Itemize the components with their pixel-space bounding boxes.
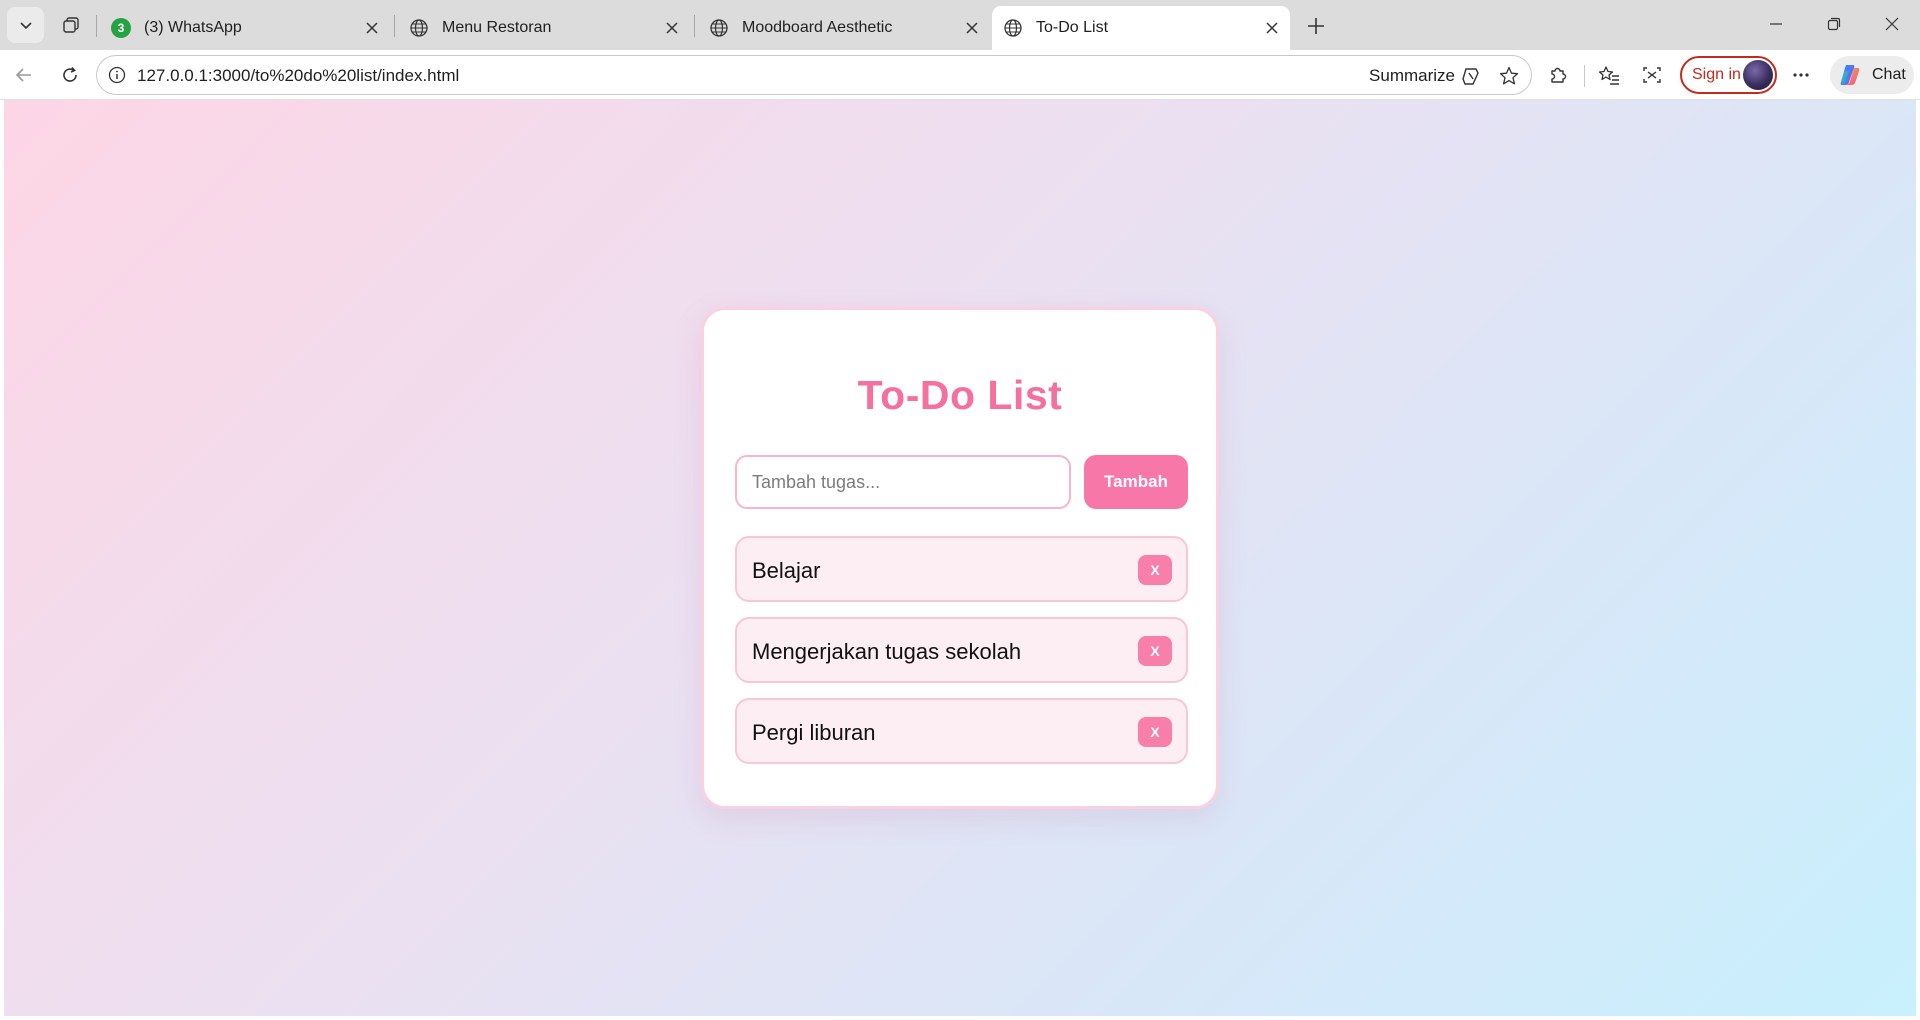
copilot-icon [1836, 61, 1864, 89]
chevron-down-icon [19, 22, 32, 30]
close-tab-button[interactable] [1260, 16, 1284, 40]
copilot-chat-button[interactable]: Chat [1830, 56, 1914, 94]
minimize-icon [1770, 23, 1782, 25]
close-icon [966, 22, 978, 34]
add-task-button[interactable]: Tambah [1084, 455, 1188, 509]
new-tab-button[interactable] [1298, 10, 1334, 42]
close-window-button[interactable] [1872, 8, 1912, 40]
screenshot-icon [1643, 67, 1661, 83]
tab-strip: 3 (3) WhatsApp Menu Restoran Moodboard A… [0, 0, 1920, 50]
favorite-star-icon[interactable] [1497, 64, 1521, 88]
tab-menu-restoran[interactable]: Menu Restoran [398, 6, 690, 50]
browser-toolbar: 127.0.0.1:3000/to%20do%20list/index.html… [0, 50, 1920, 100]
tab-separator [96, 15, 97, 37]
refresh-button[interactable] [52, 57, 88, 93]
minimize-button[interactable] [1756, 8, 1796, 40]
url-text[interactable]: 127.0.0.1:3000/to%20do%20list/index.html [137, 66, 459, 86]
notification-badge: 3 [111, 18, 131, 38]
globe-icon [708, 17, 730, 39]
task-input[interactable] [735, 455, 1071, 509]
puzzle-icon [1551, 67, 1567, 83]
close-tab-button[interactable] [360, 16, 384, 40]
whatsapp-icon: 3 [110, 17, 132, 39]
task-item: Pergi liburan X [735, 698, 1188, 764]
tab-separator [694, 15, 695, 37]
tab-moodboard-aesthetic[interactable]: Moodboard Aesthetic [698, 6, 990, 50]
close-icon [1885, 17, 1899, 31]
globe-icon [408, 17, 430, 39]
plus-icon [1308, 18, 1324, 34]
tab-separator [394, 15, 395, 37]
delete-task-button[interactable]: X [1138, 555, 1172, 585]
avatar [1743, 60, 1773, 90]
close-tab-button[interactable] [660, 16, 684, 40]
task-item: Belajar X [735, 536, 1188, 602]
screenshot-button[interactable] [1634, 57, 1670, 93]
globe-icon [1002, 17, 1024, 39]
page-title: To-Do List [857, 372, 1063, 418]
tab-todo-list[interactable]: To-Do List [992, 6, 1290, 50]
tab-title: Menu Restoran [442, 19, 552, 36]
page-viewport: To-Do List Tambah Belajar X Mengerjakan … [4, 100, 1916, 1016]
task-list: Belajar X Mengerjakan tugas sekolah X Pe… [735, 536, 1188, 779]
delete-task-button[interactable]: X [1138, 636, 1172, 666]
tab-title: To-Do List [1036, 19, 1109, 36]
ellipsis-icon [1793, 73, 1809, 77]
close-icon [666, 22, 678, 34]
todo-card: To-Do List Tambah Belajar X Mengerjakan … [701, 307, 1219, 809]
more-options-button[interactable] [1783, 57, 1819, 93]
chat-label: Chat [1872, 66, 1906, 83]
summarize-icon[interactable] [1459, 64, 1483, 88]
favorites-list-icon [1598, 66, 1619, 85]
summarize-label[interactable]: Summarize [1369, 66, 1455, 86]
close-icon [366, 22, 378, 34]
tab-title: Moodboard Aesthetic [742, 19, 893, 36]
close-tab-button[interactable] [960, 16, 984, 40]
task-text: Pergi liburan [752, 720, 876, 745]
refresh-icon [63, 66, 77, 82]
tab-title: (3) WhatsApp [144, 19, 242, 36]
task-item: Mengerjakan tugas sekolah X [735, 617, 1188, 683]
back-arrow-icon [15, 68, 31, 82]
address-bar[interactable]: 127.0.0.1:3000/to%20do%20list/index.html… [96, 55, 1532, 95]
sign-in-label: Sign in [1692, 66, 1741, 83]
site-info-icon[interactable] [107, 65, 127, 85]
favorites-button[interactable] [1591, 57, 1627, 93]
extensions-button[interactable] [1540, 57, 1576, 93]
task-text: Mengerjakan tugas sekolah [752, 639, 1022, 664]
restore-icon [1827, 17, 1841, 31]
close-icon [1266, 22, 1278, 34]
restore-button[interactable] [1814, 8, 1854, 40]
workspaces-icon [62, 17, 79, 33]
back-button[interactable] [6, 57, 42, 93]
sign-in-button[interactable]: Sign in [1680, 56, 1777, 94]
task-text: Belajar [752, 558, 821, 583]
toolbar-separator [1584, 65, 1585, 87]
workspaces-button[interactable] [54, 9, 87, 41]
delete-task-button[interactable]: X [1138, 717, 1172, 747]
tab-whatsapp[interactable]: 3 (3) WhatsApp [100, 6, 390, 50]
tab-actions-menu-button[interactable] [7, 7, 44, 43]
